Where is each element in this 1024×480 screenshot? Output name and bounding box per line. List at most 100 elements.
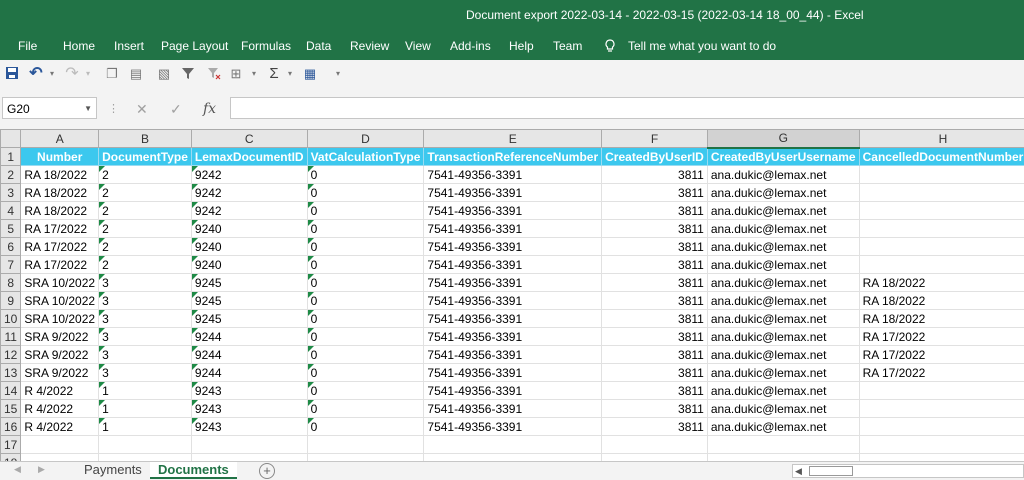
prev-sheet-icon[interactable]: ◀ — [14, 464, 21, 475]
cell[interactable]: 9240 — [191, 220, 307, 238]
cell[interactable]: 0 — [307, 364, 424, 382]
row-header[interactable]: 17 — [1, 436, 21, 454]
cell[interactable]: 2 — [99, 238, 192, 256]
formula-input[interactable] — [230, 97, 1024, 119]
paste-icon[interactable]: ▤ — [128, 66, 144, 82]
cell[interactable]: 0 — [307, 418, 424, 436]
cell[interactable] — [859, 238, 1024, 256]
cell[interactable]: RA 18/2022 — [859, 274, 1024, 292]
row-header[interactable]: 6 — [1, 238, 21, 256]
column-header-a[interactable]: A — [21, 130, 99, 148]
cell[interactable]: RA 17/2022 — [859, 364, 1024, 382]
table-dropdown-icon[interactable]: ▾ — [246, 66, 262, 82]
cell[interactable]: ana.dukic@lemax.net — [707, 274, 859, 292]
save-icon[interactable] — [4, 66, 20, 82]
table-icon[interactable]: ⊞ — [228, 66, 244, 82]
cell[interactable]: R 4/2022 — [21, 400, 99, 418]
cell[interactable]: 9244 — [191, 328, 307, 346]
sheet-tab-payments[interactable]: Payments — [76, 462, 150, 479]
header-cell[interactable]: CreatedByUserUsername — [707, 148, 859, 166]
row-header[interactable]: 18 — [1, 454, 21, 462]
cell[interactable]: 9240 — [191, 238, 307, 256]
cell[interactable]: ana.dukic@lemax.net — [707, 220, 859, 238]
cell[interactable]: 2 — [99, 220, 192, 238]
cell[interactable]: 0 — [307, 292, 424, 310]
row-header[interactable]: 5 — [1, 220, 21, 238]
cell[interactable]: ana.dukic@lemax.net — [707, 328, 859, 346]
cell[interactable]: RA 18/2022 — [859, 292, 1024, 310]
cell[interactable]: ana.dukic@lemax.net — [707, 202, 859, 220]
customize-qat-icon[interactable]: ▾ — [330, 66, 346, 82]
insert-function-icon[interactable]: fx — [203, 101, 216, 117]
header-cell[interactable]: DocumentType — [99, 148, 192, 166]
cell[interactable]: 0 — [307, 346, 424, 364]
cell[interactable]: RA 18/2022 — [859, 310, 1024, 328]
cell[interactable]: 7541-49356-3391 — [424, 364, 602, 382]
cell[interactable]: 9245 — [191, 274, 307, 292]
autosum-icon[interactable]: Σ — [266, 66, 282, 82]
row-header[interactable]: 3 — [1, 184, 21, 202]
row-header[interactable]: 16 — [1, 418, 21, 436]
cell[interactable]: 3811 — [602, 166, 708, 184]
cell[interactable]: 7541-49356-3391 — [424, 328, 602, 346]
empty-cell[interactable] — [191, 436, 307, 454]
cell[interactable]: R 4/2022 — [21, 418, 99, 436]
cell[interactable]: 0 — [307, 184, 424, 202]
cell[interactable]: SRA 10/2022 — [21, 292, 99, 310]
cell[interactable]: 9245 — [191, 310, 307, 328]
cell[interactable]: 1 — [99, 400, 192, 418]
cell[interactable] — [859, 220, 1024, 238]
cell[interactable]: 7541-49356-3391 — [424, 166, 602, 184]
cell[interactable]: 7541-49356-3391 — [424, 418, 602, 436]
cell[interactable] — [859, 184, 1024, 202]
add-sheet-button[interactable]: + — [259, 463, 275, 479]
cell[interactable]: 9243 — [191, 400, 307, 418]
cell[interactable] — [859, 166, 1024, 184]
empty-cell[interactable] — [707, 454, 859, 462]
cell[interactable]: 3811 — [602, 400, 708, 418]
cell[interactable]: 7541-49356-3391 — [424, 310, 602, 328]
cell[interactable]: 9240 — [191, 256, 307, 274]
cell[interactable]: 0 — [307, 220, 424, 238]
column-header-g[interactable]: G — [707, 130, 859, 148]
empty-cell[interactable] — [859, 436, 1024, 454]
cell[interactable]: 9242 — [191, 202, 307, 220]
scroll-left-icon[interactable]: ◀ — [795, 465, 802, 477]
header-cell[interactable]: Number — [21, 148, 99, 166]
cell[interactable]: 3811 — [602, 202, 708, 220]
cell[interactable]: 3811 — [602, 328, 708, 346]
cell[interactable]: ana.dukic@lemax.net — [707, 166, 859, 184]
filter-icon[interactable] — [180, 66, 196, 82]
cell[interactable]: 1 — [99, 418, 192, 436]
cell[interactable]: 7541-49356-3391 — [424, 292, 602, 310]
cell[interactable]: 0 — [307, 256, 424, 274]
row-header[interactable]: 4 — [1, 202, 21, 220]
cell[interactable]: 9243 — [191, 382, 307, 400]
cell[interactable]: 3 — [99, 310, 192, 328]
cell[interactable]: 7541-49356-3391 — [424, 184, 602, 202]
cell[interactable] — [859, 418, 1024, 436]
cell[interactable]: ana.dukic@lemax.net — [707, 400, 859, 418]
cell[interactable]: 3811 — [602, 418, 708, 436]
tab-data[interactable]: Data — [306, 39, 331, 53]
cell[interactable]: ana.dukic@lemax.net — [707, 382, 859, 400]
cell[interactable]: 7541-49356-3391 — [424, 346, 602, 364]
empty-cell[interactable] — [99, 436, 192, 454]
cell[interactable]: SRA 10/2022 — [21, 274, 99, 292]
cell[interactable]: SRA 9/2022 — [21, 364, 99, 382]
column-header-d[interactable]: D — [307, 130, 424, 148]
cell[interactable]: SRA 9/2022 — [21, 346, 99, 364]
header-cell[interactable]: LemaxDocumentID — [191, 148, 307, 166]
row-header[interactable]: 1 — [1, 148, 21, 166]
tab-insert[interactable]: Insert — [114, 39, 144, 53]
chevron-down-icon[interactable]: ▼ — [84, 98, 92, 120]
empty-cell[interactable] — [99, 454, 192, 462]
undo-dropdown-icon[interactable]: ▾ — [44, 66, 60, 82]
cell[interactable]: RA 17/2022 — [21, 256, 99, 274]
copy-icon[interactable]: ❐ — [104, 66, 120, 82]
cell[interactable]: 3 — [99, 328, 192, 346]
cell[interactable]: 3811 — [602, 382, 708, 400]
cell[interactable]: 1 — [99, 382, 192, 400]
tab-page-layout[interactable]: Page Layout — [161, 39, 228, 53]
tab-help[interactable]: Help — [509, 39, 534, 53]
